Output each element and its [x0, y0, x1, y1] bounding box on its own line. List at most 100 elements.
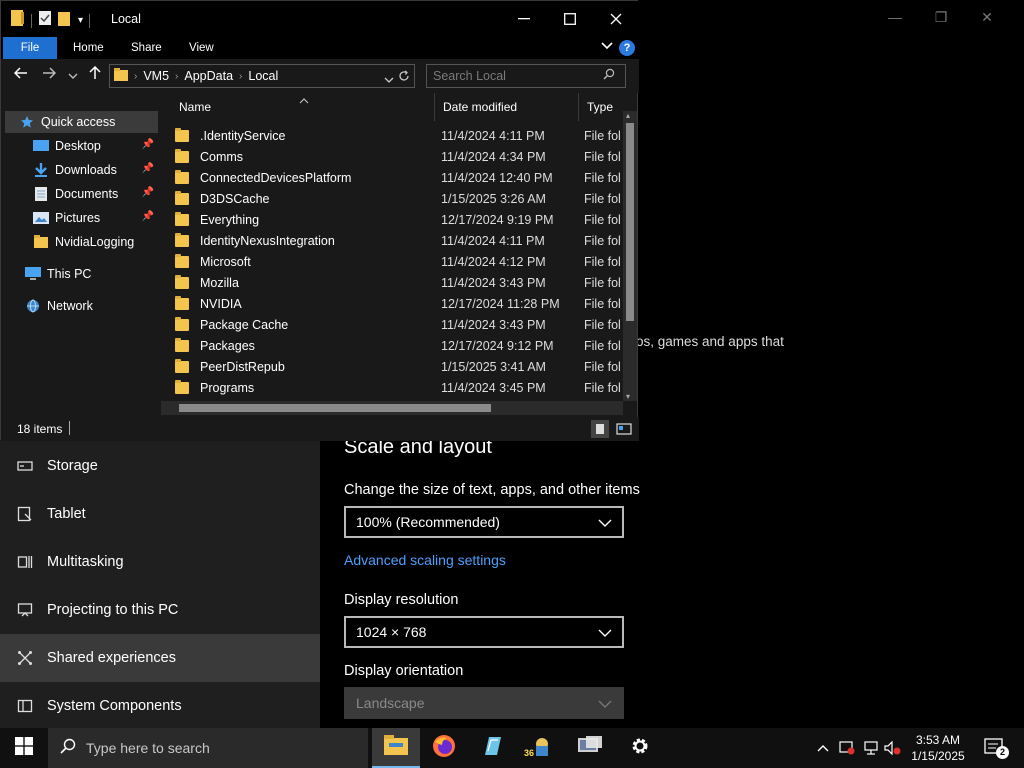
nav-label: Desktop: [55, 139, 101, 153]
nav-pictures[interactable]: Pictures 📌: [5, 207, 158, 229]
breadcrumb-segment[interactable]: Local: [248, 69, 278, 83]
minimize-button[interactable]: [501, 1, 547, 37]
taskbar-remote-desktop[interactable]: [566, 728, 614, 768]
file-row[interactable]: .IdentityService 11/4/2024 4:11 PM File fo…: [175, 125, 621, 146]
taskbar-firefox[interactable]: [420, 728, 468, 768]
advanced-scaling-link[interactable]: Advanced scaling settings: [344, 552, 506, 568]
expand-ribbon-icon[interactable]: [601, 39, 613, 53]
column-header-name[interactable]: Name: [171, 93, 435, 121]
tab-share[interactable]: Share: [119, 37, 174, 59]
settings-nav-system-components[interactable]: System Components: [0, 682, 320, 730]
system-clock[interactable]: 3:53 AM 1/15/2025: [906, 732, 970, 764]
horizontal-scrollbar[interactable]: [161, 401, 623, 415]
nav-documents[interactable]: Documents 📌: [5, 183, 158, 205]
file-row[interactable]: Comms 11/4/2024 4:34 PM File folder: [175, 146, 621, 167]
file-date: 1/15/2025 3:26 AM: [441, 191, 546, 206]
notification-center[interactable]: 2: [980, 728, 1010, 768]
new-folder-icon[interactable]: [58, 10, 72, 31]
file-name: Microsoft: [200, 254, 251, 269]
network-tray-icon[interactable]: [860, 728, 882, 768]
close-button[interactable]: [593, 1, 639, 37]
scale-dropdown[interactable]: 100% (Recommended): [344, 506, 624, 538]
recent-locations-icon[interactable]: [63, 66, 83, 84]
nav-nvidialogging[interactable]: NvidiaLogging: [5, 231, 158, 253]
breadcrumb-segment[interactable]: AppData: [184, 69, 233, 83]
taskbar-search-input[interactable]: [86, 740, 346, 756]
tab-home[interactable]: Home: [61, 37, 116, 59]
volume-muted-icon[interactable]: [882, 728, 904, 768]
ribbon-tabs: File Home Share View ?: [1, 37, 639, 59]
large-icons-view-button[interactable]: [615, 420, 633, 438]
taskbar-game-app[interactable]: 36: [516, 728, 564, 768]
pictures-icon: [33, 211, 49, 225]
back-icon[interactable]: [11, 66, 31, 84]
show-hidden-icons[interactable]: [812, 728, 834, 768]
taskbar-settings[interactable]: [616, 728, 664, 768]
file-type: File folder: [584, 170, 621, 185]
nav-quick-access[interactable]: Quick access: [5, 111, 158, 133]
properties-icon[interactable]: [38, 10, 52, 31]
search-box[interactable]: [426, 64, 626, 88]
folder-icon: [175, 232, 189, 247]
maximize-button[interactable]: [547, 1, 593, 37]
file-explorer-window: ▾ Local File Home Share View ? › VM5 › A…: [0, 0, 639, 441]
file-row[interactable]: Package Cache 11/4/2024 3:43 PM File folde…: [175, 314, 621, 335]
scroll-down-icon[interactable]: ▾: [626, 392, 630, 401]
chevron-right-icon: ›: [239, 70, 243, 82]
column-header-type[interactable]: Type: [579, 93, 627, 121]
folder-icon: [114, 67, 128, 85]
file-row[interactable]: Everything 12/17/2024 9:19 PM File folder: [175, 209, 621, 230]
resolution-dropdown[interactable]: 1024 × 768: [344, 616, 624, 648]
security-tray-icon[interactable]: [836, 728, 858, 768]
file-name: Packages: [200, 338, 255, 353]
column-header-date[interactable]: Date modified: [435, 93, 579, 121]
refresh-icon[interactable]: [398, 70, 410, 85]
folder-icon: [175, 316, 189, 331]
nav-desktop[interactable]: Desktop 📌: [5, 135, 158, 157]
breadcrumb-segment[interactable]: VM5: [143, 69, 169, 83]
settings-nav-storage[interactable]: Storage: [0, 442, 320, 490]
file-row[interactable]: PeerDistRepub 1/15/2025 3:41 AM File folde…: [175, 356, 621, 377]
file-row[interactable]: ConnectedDevicesPlatform 11/4/2024 12:40 …: [175, 167, 621, 188]
storage-icon: [16, 457, 34, 475]
help-icon[interactable]: ?: [619, 40, 635, 56]
customize-toolbar-icon[interactable]: ▾: [78, 15, 83, 26]
tab-view[interactable]: View: [177, 37, 226, 59]
details-view-button[interactable]: [591, 420, 609, 438]
file-row[interactable]: Microsoft 11/4/2024 4:12 PM File folder: [175, 251, 621, 272]
file-name: PeerDistRepub: [200, 359, 285, 374]
vertical-scrollbar[interactable]: ▴ ▾: [623, 111, 637, 401]
file-row[interactable]: Mozilla 11/4/2024 3:43 PM File folder: [175, 272, 621, 293]
start-button[interactable]: [0, 728, 48, 768]
nav-label: Network: [47, 299, 93, 313]
search-input[interactable]: [433, 69, 603, 83]
horizontal-scroll-thumb[interactable]: [179, 404, 491, 412]
scroll-up-icon[interactable]: ▴: [626, 111, 630, 120]
file-row[interactable]: NVIDIA 12/17/2024 11:28 PM File folder: [175, 293, 621, 314]
settings-nav-tablet[interactable]: Tablet: [0, 490, 320, 538]
address-dropdown-icon[interactable]: [384, 72, 394, 86]
address-bar[interactable]: › VM5 › AppData › Local: [109, 64, 415, 88]
vertical-scroll-thumb[interactable]: [626, 123, 634, 321]
file-row[interactable]: IdentityNexusIntegration 11/4/2024 4:11 P…: [175, 230, 621, 251]
forward-icon[interactable]: [39, 66, 59, 84]
file-row[interactable]: Packages 12/17/2024 9:12 PM File folder: [175, 335, 621, 356]
nav-network[interactable]: Network: [5, 295, 158, 317]
computer-icon: [25, 267, 41, 281]
up-icon[interactable]: [85, 65, 105, 85]
nav-this-pc[interactable]: This PC: [5, 263, 158, 285]
tab-file[interactable]: File: [3, 37, 57, 59]
settings-nav-multitasking[interactable]: Multitasking: [0, 538, 320, 586]
taskbar-notepad[interactable]: [468, 728, 516, 768]
settings-nav-projecting[interactable]: Projecting to this PC: [0, 586, 320, 634]
taskbar-search[interactable]: [48, 728, 368, 768]
taskbar-file-explorer[interactable]: [372, 728, 420, 768]
nav-downloads[interactable]: Downloads 📌: [5, 159, 158, 181]
download-icon: [33, 163, 49, 177]
file-row[interactable]: D3DSCache 1/15/2025 3:26 AM File folder: [175, 188, 621, 209]
settings-nav-shared-experiences[interactable]: Shared experiences: [0, 634, 320, 682]
orientation-dropdown[interactable]: Landscape: [344, 687, 624, 719]
folder-icon: [11, 10, 25, 31]
network-icon: [25, 299, 41, 313]
file-row[interactable]: Programs 11/4/2024 3:45 PM File folder: [175, 377, 621, 398]
